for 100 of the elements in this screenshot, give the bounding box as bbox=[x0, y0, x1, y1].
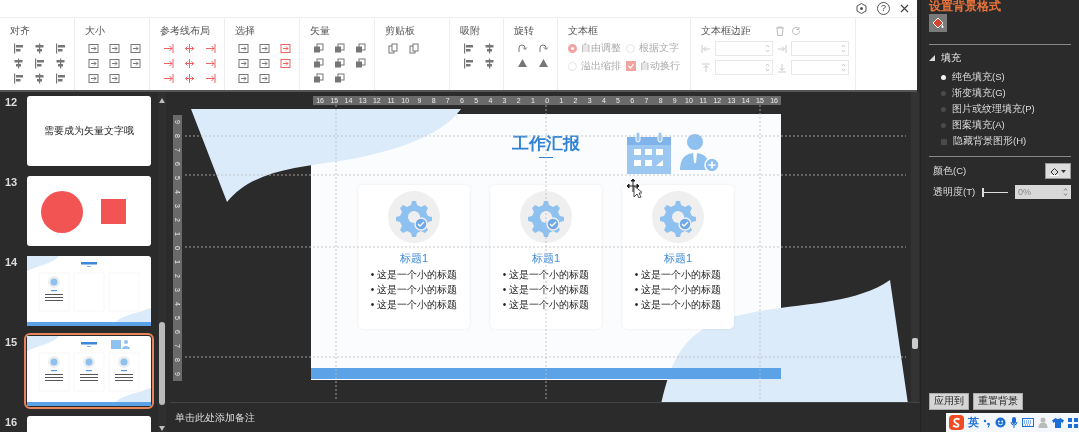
scroll-down-icon[interactable] bbox=[159, 426, 165, 431]
select-icon[interactable] bbox=[237, 58, 249, 69]
layers-icon[interactable] bbox=[333, 58, 345, 69]
select-icon[interactable] bbox=[279, 58, 291, 69]
guide-icon[interactable] bbox=[204, 43, 216, 54]
select-icon[interactable] bbox=[258, 58, 270, 69]
align-icon[interactable] bbox=[54, 43, 66, 54]
layers-icon[interactable] bbox=[333, 73, 345, 84]
guide-icon[interactable] bbox=[162, 43, 174, 54]
guide-icon[interactable] bbox=[204, 73, 216, 84]
select-icon[interactable] bbox=[237, 43, 249, 54]
align-icon[interactable] bbox=[54, 58, 66, 69]
expand-icon[interactable] bbox=[929, 55, 935, 61]
bullet-item: • 这是一个小的标题 bbox=[634, 269, 722, 281]
layers-icon[interactable] bbox=[354, 43, 366, 54]
microphone-icon[interactable] bbox=[1010, 417, 1018, 428]
rotate-icon[interactable] bbox=[516, 43, 528, 54]
group-label: 剪贴板 bbox=[385, 24, 416, 38]
size-icon[interactable] bbox=[108, 73, 120, 84]
size-icon[interactable] bbox=[108, 43, 120, 54]
rotate-icon[interactable] bbox=[516, 58, 528, 69]
select-icon[interactable] bbox=[258, 73, 270, 84]
spin-field[interactable] bbox=[791, 41, 849, 56]
slide-text: 需要成为矢量文字哦 bbox=[44, 124, 134, 138]
select-icon[interactable] bbox=[237, 73, 249, 84]
layers-icon[interactable] bbox=[312, 73, 324, 84]
fill-tab[interactable] bbox=[929, 14, 947, 32]
emoji-icon[interactable] bbox=[995, 417, 1006, 428]
group-label: 选择 bbox=[235, 24, 256, 38]
spin-field[interactable] bbox=[791, 60, 849, 75]
spin-field[interactable] bbox=[715, 41, 773, 56]
gear-icon bbox=[652, 191, 704, 243]
size-icon[interactable] bbox=[87, 73, 99, 84]
gear-icon bbox=[520, 191, 572, 243]
slide-thumbnail[interactable]: 需要成为矢量文字哦 bbox=[27, 96, 151, 166]
notes-field[interactable]: 单击此处添加备注 bbox=[170, 402, 920, 432]
color-picker-button[interactable] bbox=[1045, 163, 1071, 179]
align-icon[interactable] bbox=[12, 73, 24, 84]
guide-icon[interactable] bbox=[183, 73, 195, 84]
align-icon[interactable] bbox=[33, 58, 45, 69]
guide-icon[interactable] bbox=[183, 43, 195, 54]
spin-field[interactable] bbox=[715, 60, 773, 75]
rotate-icon[interactable] bbox=[537, 43, 549, 54]
layers-icon[interactable] bbox=[333, 43, 345, 54]
select-icon[interactable] bbox=[258, 43, 270, 54]
layers-icon[interactable] bbox=[354, 58, 366, 69]
size-icon[interactable] bbox=[87, 58, 99, 69]
scroll-up-icon[interactable] bbox=[159, 98, 165, 103]
size-icon[interactable] bbox=[129, 58, 141, 69]
ime-logo-icon[interactable] bbox=[949, 415, 964, 430]
snap-icon[interactable] bbox=[483, 58, 495, 69]
size-icon[interactable] bbox=[129, 43, 141, 54]
scrollbar-thumb[interactable] bbox=[912, 338, 918, 349]
align-icon[interactable] bbox=[33, 73, 45, 84]
snap-icon[interactable] bbox=[483, 43, 495, 54]
panel-button[interactable]: 重置背景 bbox=[973, 393, 1023, 410]
radio-button[interactable] bbox=[941, 75, 946, 80]
copy-icon[interactable] bbox=[387, 43, 399, 54]
slide-thumbnail[interactable] bbox=[27, 176, 151, 246]
guide-icon[interactable] bbox=[162, 73, 174, 84]
option-label: 自由调整 bbox=[581, 41, 621, 55]
snap-icon[interactable] bbox=[462, 43, 474, 54]
card-heading: 标题1 bbox=[531, 251, 561, 266]
scrollbar-thumb[interactable] bbox=[159, 322, 165, 405]
apps-grid-icon[interactable] bbox=[1068, 417, 1078, 428]
close-icon[interactable] bbox=[900, 4, 909, 13]
align-icon[interactable] bbox=[33, 43, 45, 54]
layers-icon[interactable] bbox=[312, 43, 324, 54]
radio-button[interactable] bbox=[941, 107, 946, 112]
align-icon[interactable] bbox=[54, 73, 66, 84]
radio-button[interactable] bbox=[941, 123, 946, 128]
guide-icon[interactable] bbox=[204, 58, 216, 69]
checkbox[interactable] bbox=[626, 61, 636, 71]
transparency-slider[interactable] bbox=[982, 187, 1009, 197]
size-icon[interactable] bbox=[87, 43, 99, 54]
size-icon[interactable] bbox=[108, 58, 120, 69]
user-add-icon bbox=[678, 132, 720, 174]
layers-icon[interactable] bbox=[312, 58, 324, 69]
guide-icon[interactable] bbox=[183, 58, 195, 69]
slide-thumbnail[interactable] bbox=[27, 336, 151, 406]
keyboard-icon[interactable] bbox=[1022, 418, 1034, 427]
radio-button[interactable] bbox=[941, 91, 946, 96]
radio-button[interactable] bbox=[568, 43, 577, 53]
shirt-icon[interactable] bbox=[1052, 417, 1064, 428]
copy-icon[interactable] bbox=[408, 43, 420, 54]
slide-thumbnail[interactable] bbox=[27, 256, 151, 326]
panel-button[interactable]: 应用到 bbox=[929, 393, 969, 410]
select-icon[interactable] bbox=[279, 43, 291, 54]
slide-number: 16 bbox=[4, 416, 19, 430]
align-icon[interactable] bbox=[12, 58, 24, 69]
align-icon[interactable] bbox=[12, 43, 24, 54]
checkbox[interactable] bbox=[941, 138, 947, 145]
snap-icon[interactable] bbox=[462, 58, 474, 69]
guide-icon[interactable] bbox=[162, 58, 174, 69]
rotate-icon[interactable] bbox=[537, 58, 549, 69]
settings-icon[interactable] bbox=[856, 3, 867, 14]
input-mode-toggle[interactable]: 英 bbox=[968, 415, 979, 430]
group-label: 大小 bbox=[85, 24, 106, 38]
bullet-item: • 这是一个小的标题 bbox=[370, 299, 458, 311]
punctuation-icon[interactable] bbox=[983, 417, 991, 428]
